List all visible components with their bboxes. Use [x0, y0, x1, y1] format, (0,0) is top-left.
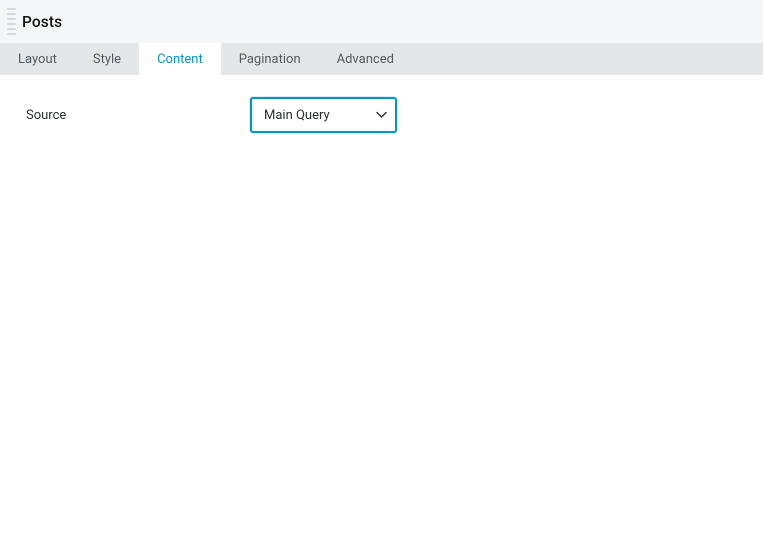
drag-handle-icon[interactable] — [6, 8, 16, 35]
source-select[interactable]: Main Query — [250, 97, 397, 133]
content-panel: Source Main Query — [0, 75, 763, 555]
tab-layout[interactable]: Layout — [0, 43, 75, 75]
panel-header: Posts — [0, 0, 763, 43]
tab-content[interactable]: Content — [139, 43, 221, 75]
tab-pagination[interactable]: Pagination — [221, 43, 319, 75]
source-field-row: Source Main Query — [26, 97, 737, 133]
page-title: Posts — [22, 13, 62, 31]
source-label: Source — [26, 108, 250, 123]
tabs-bar: Layout Style Content Pagination Advanced — [0, 43, 763, 75]
tab-style[interactable]: Style — [75, 43, 139, 75]
tab-advanced[interactable]: Advanced — [319, 43, 412, 75]
source-select-wrap: Main Query — [250, 97, 397, 133]
